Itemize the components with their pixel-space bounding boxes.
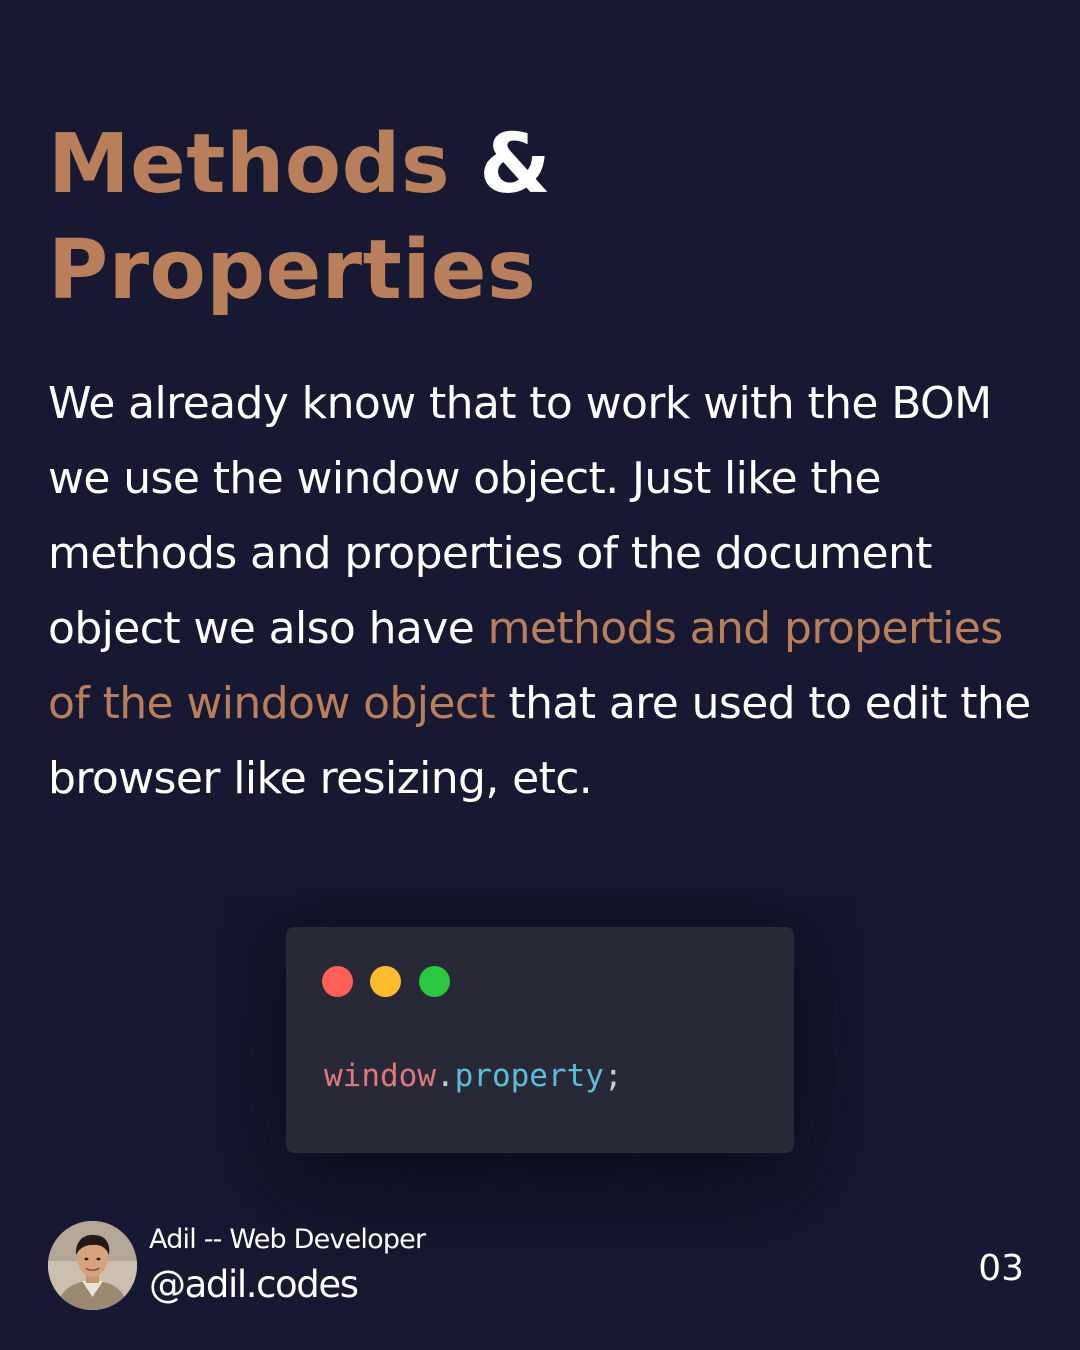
page-title: Methods & Properties	[48, 112, 551, 324]
code-line: window.property;	[324, 1054, 623, 1098]
code-semicolon: ;	[603, 1058, 623, 1094]
code-property: property	[454, 1058, 604, 1094]
description-paragraph: We already know that to work with the BO…	[48, 366, 1048, 816]
title-methods: Methods	[48, 117, 451, 212]
author-handle: @adil.codes	[149, 1263, 359, 1306]
code-dot: .	[435, 1058, 455, 1094]
minimize-dot-icon	[370, 966, 401, 997]
title-ampersand: &	[450, 117, 552, 212]
code-window: window.property;	[286, 927, 794, 1153]
author-role: Adil -- Web Developer	[149, 1224, 426, 1255]
page-number: 03	[978, 1248, 1024, 1289]
code-object: window	[324, 1058, 436, 1094]
title-properties: Properties	[48, 223, 537, 318]
avatar	[48, 1221, 137, 1310]
close-dot-icon	[322, 966, 353, 997]
maximize-dot-icon	[419, 966, 450, 997]
profile-photo-icon	[48, 1221, 137, 1310]
